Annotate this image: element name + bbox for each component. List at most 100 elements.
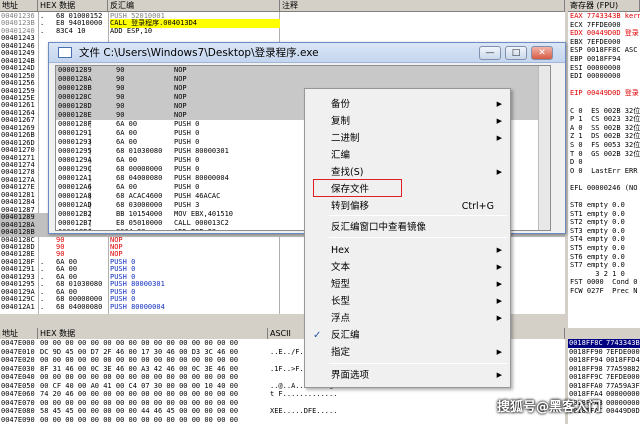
dump-row[interactable]: 0047E090 00 00 00 00 00 00 00 00 00 00 00… xyxy=(0,416,565,424)
addr-cell: 000012AD xyxy=(58,201,92,209)
file-window-titlebar[interactable]: 文件 C:\Users\Windows7\Desktop\登录程序.exe — … xyxy=(49,43,565,63)
col-header-hex[interactable]: HEX 数据 xyxy=(38,0,108,12)
chevron-right-icon: ▶ xyxy=(496,100,502,108)
menu-item-label: 汇编 xyxy=(331,150,351,161)
chevron-right-icon: ▶ xyxy=(496,280,502,288)
asm-cell: CALL 000013C2 xyxy=(174,219,229,227)
value-cell: 7743343B xyxy=(606,339,640,347)
menu-item[interactable]: 反汇编 ✓ xyxy=(307,327,508,344)
hex-cell: 90 xyxy=(116,102,125,110)
menu-item-label: 指定 xyxy=(331,347,351,358)
register-line: EFL 00000246 (NO xyxy=(570,183,638,192)
addr-cell: 000012A1 xyxy=(58,174,92,182)
row-marker: | xyxy=(88,174,93,182)
menu-item[interactable]: 反汇编窗口中查看镜像 xyxy=(307,219,508,236)
registers-pane[interactable]: EAX 7743343B kerne ECX 7FFDE000 EDX 00449D… xyxy=(568,12,640,328)
menu-item[interactable]: 文本 ▶ xyxy=(307,259,508,276)
maximize-button[interactable]: □ xyxy=(505,46,527,60)
register-line: EBP 0018FF94 xyxy=(570,54,621,63)
addr-cell: 000012A6 xyxy=(58,183,92,191)
menu-item-label: 转到偏移 xyxy=(331,201,370,212)
register-line: C 0 ES 002B 32位 xyxy=(570,106,640,115)
hex-cell: 68 ACAC4600 xyxy=(116,192,163,200)
addr-cell: 0000128F xyxy=(58,120,92,128)
register-line: 3 2 1 0 xyxy=(570,269,625,278)
hex-cell: 00 00 00 00 00 00 00 00 00 00 00 00 00 0… xyxy=(40,339,239,347)
value-cell: 7EFDE000 xyxy=(606,373,640,381)
addr-cell: 0018FF98 xyxy=(569,364,603,373)
chevron-right-icon: ▶ xyxy=(496,117,502,125)
addr-cell: 0047E090 xyxy=(1,415,35,424)
addr-cell: 000012B7 xyxy=(58,219,92,227)
col-header-registers[interactable]: 寄存器 (FPU) xyxy=(568,0,640,12)
table-row[interactable]: 0000128A 90 NOP xyxy=(56,75,550,84)
menu-item-label: 反汇编 xyxy=(331,330,360,341)
value-cell: 00000000 xyxy=(606,390,640,398)
register-line: EIP 00449D0D 登录 xyxy=(570,89,639,98)
register-line: ESP 0018FF8C ASC xyxy=(570,46,638,55)
dump-row[interactable]: 0047E070 00 00 00 00 00 00 00 00 00 00 00… xyxy=(0,399,565,408)
menu-item[interactable]: 备份 ▶ xyxy=(307,96,508,113)
addr-cell: 0047E010 xyxy=(1,347,35,356)
col-header-address[interactable]: 地址 xyxy=(0,0,38,12)
minimize-button[interactable]: — xyxy=(479,46,501,60)
menu-item-label: 二进制 xyxy=(331,133,360,144)
asm-cell: MOV EBX,401510 xyxy=(174,210,234,218)
row-marker: | xyxy=(88,183,93,191)
asm-cell: PUSH 80000301 xyxy=(174,147,229,155)
menu-item[interactable]: Hex ▶ xyxy=(307,242,508,259)
asm-cell: PUSH 46ACAC xyxy=(174,192,221,200)
hex-cell: 6A 00 xyxy=(116,129,138,137)
dump-row[interactable]: 0047E060 74 20 46 00 00 00 00 00 00 00 00… xyxy=(0,390,565,399)
vertical-scrollbar[interactable] xyxy=(538,66,550,230)
menu-item[interactable]: 长型 ▶ xyxy=(307,293,508,310)
hex-cell: 00 CF 40 00 A0 41 00 C4 07 30 00 00 00 1… xyxy=(40,381,239,390)
menu-item[interactable]: 二进制 ▶ xyxy=(307,130,508,147)
register-line xyxy=(568,192,640,201)
hex-cell: 90 xyxy=(116,66,125,74)
stack-row[interactable]: 0018FFA0 77A59A3F xyxy=(568,382,640,391)
menu-item[interactable]: 短型 ▶ xyxy=(307,276,508,293)
dump-row[interactable]: 0047E080 58 45 45 00 00 00 00 00 44 46 45… xyxy=(0,407,565,416)
menu-item[interactable]: 指定 ▶ xyxy=(307,344,508,361)
menu-item[interactable]: 浮点 ▶ xyxy=(307,310,508,327)
addr-cell: 000012BC xyxy=(58,228,92,230)
table-row[interactable]: 00001289 90 NOP xyxy=(56,66,550,75)
checkmark-icon: ✓ xyxy=(313,330,322,341)
row-marker: | xyxy=(88,156,93,164)
addr-cell: 0018FF90 xyxy=(569,347,603,356)
hex-cell: 6A 00 xyxy=(116,120,138,128)
menu-separator xyxy=(329,215,507,216)
menu-item[interactable]: 界面选项 ▶ xyxy=(307,367,508,384)
menu-shortcut: Ctrl+G xyxy=(461,201,494,212)
menu-item-label: Hex xyxy=(331,245,350,256)
menu-item[interactable]: 转到偏移 Ctrl+G xyxy=(307,198,508,215)
col-header-comment[interactable]: 注释 xyxy=(280,0,565,12)
hex-cell: 68 00000000 xyxy=(116,165,163,173)
addr-cell: 0047E060 xyxy=(1,390,35,398)
stack-row[interactable]: 0018FF94 0018FFD4 xyxy=(568,356,640,365)
asm-cell: NOP xyxy=(174,111,187,119)
register-line: ST4 empty 0.0 xyxy=(570,235,625,244)
stack-row[interactable]: 0018FF9C 7EFDE000 xyxy=(568,373,640,382)
col-header-disasm[interactable]: 反汇编 xyxy=(108,0,280,12)
asm-cell: ADD ESP,28 xyxy=(174,228,216,230)
menu-item[interactable]: 复制 ▶ xyxy=(307,113,508,130)
menu-item[interactable]: 汇编 xyxy=(307,147,508,164)
asm-cell: PUSH 0 xyxy=(174,183,200,191)
watermark: 搜狐号@黑客入门 xyxy=(497,400,602,415)
addr-cell: 000012A8 xyxy=(58,192,92,200)
hex-cell: 90 xyxy=(116,84,125,92)
stack-row[interactable]: 0018FF8C 7743343B xyxy=(568,339,640,348)
register-line: ST3 empty 0.0 xyxy=(570,226,625,235)
asm-cell: PUSH 80000004 xyxy=(174,174,229,182)
hex-cell: 6A 00 xyxy=(116,138,138,146)
chevron-right-icon: ▶ xyxy=(496,246,502,254)
register-line xyxy=(568,175,640,184)
addr-cell: 0047E030 xyxy=(1,364,35,373)
marker-cell: . xyxy=(40,302,45,311)
stack-row[interactable]: 0018FF90 7EFDE000 xyxy=(568,348,640,357)
hex-cell: DC 9D 45 00 D7 2F 46 00 17 30 46 00 D3 3… xyxy=(40,347,239,356)
close-button[interactable]: ✕ xyxy=(531,46,553,60)
stack-row[interactable]: 0018FF98 77A59882 xyxy=(568,365,640,374)
